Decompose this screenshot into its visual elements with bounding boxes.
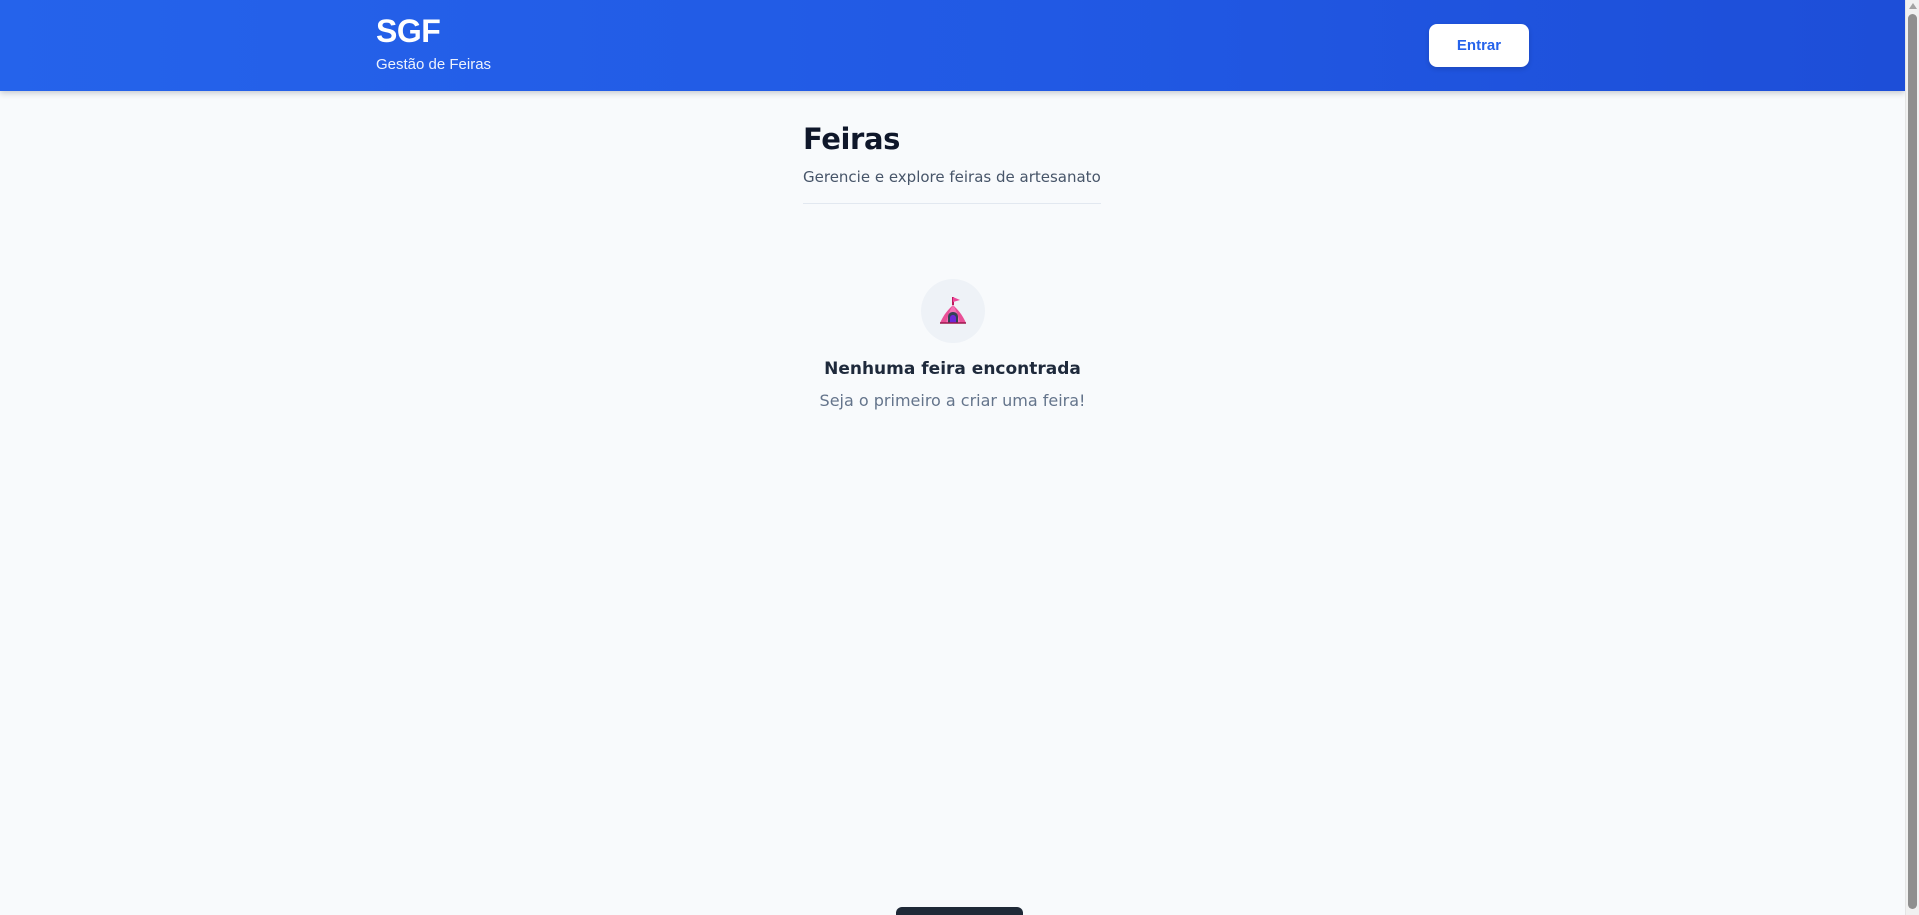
- circus-tent-icon: [939, 297, 966, 324]
- brand-title[interactable]: SGF: [376, 13, 491, 49]
- empty-icon-container: [920, 279, 985, 343]
- bottom-overlay-tab: [896, 907, 1023, 915]
- page-header: Feiras Gerencie e explore feiras de arte…: [803, 121, 1101, 204]
- vertical-scrollbar[interactable]: [1905, 0, 1919, 915]
- brand[interactable]: SGF Gestão de Feiras: [376, 13, 491, 74]
- empty-state: Nenhuma feira encontrada Seja o primeiro…: [759, 279, 1146, 411]
- scroll-up-arrow-icon[interactable]: [1909, 3, 1917, 9]
- scrollbar-thumb[interactable]: [1908, 14, 1917, 909]
- empty-state-message: Seja o primeiro a criar uma feira!: [819, 391, 1086, 410]
- app-page: SGF Gestão de Feiras Entrar Feiras Geren…: [0, 0, 1919, 915]
- page-subtitle: Gerencie e explore feiras de artesanato: [803, 168, 1101, 186]
- page-title: Feiras: [803, 122, 900, 156]
- brand-subtitle: Gestão de Feiras: [376, 56, 492, 73]
- login-button[interactable]: Entrar: [1429, 24, 1529, 67]
- top-header: SGF Gestão de Feiras Entrar: [0, 0, 1905, 91]
- empty-state-title: Nenhuma feira encontrada: [824, 359, 1081, 379]
